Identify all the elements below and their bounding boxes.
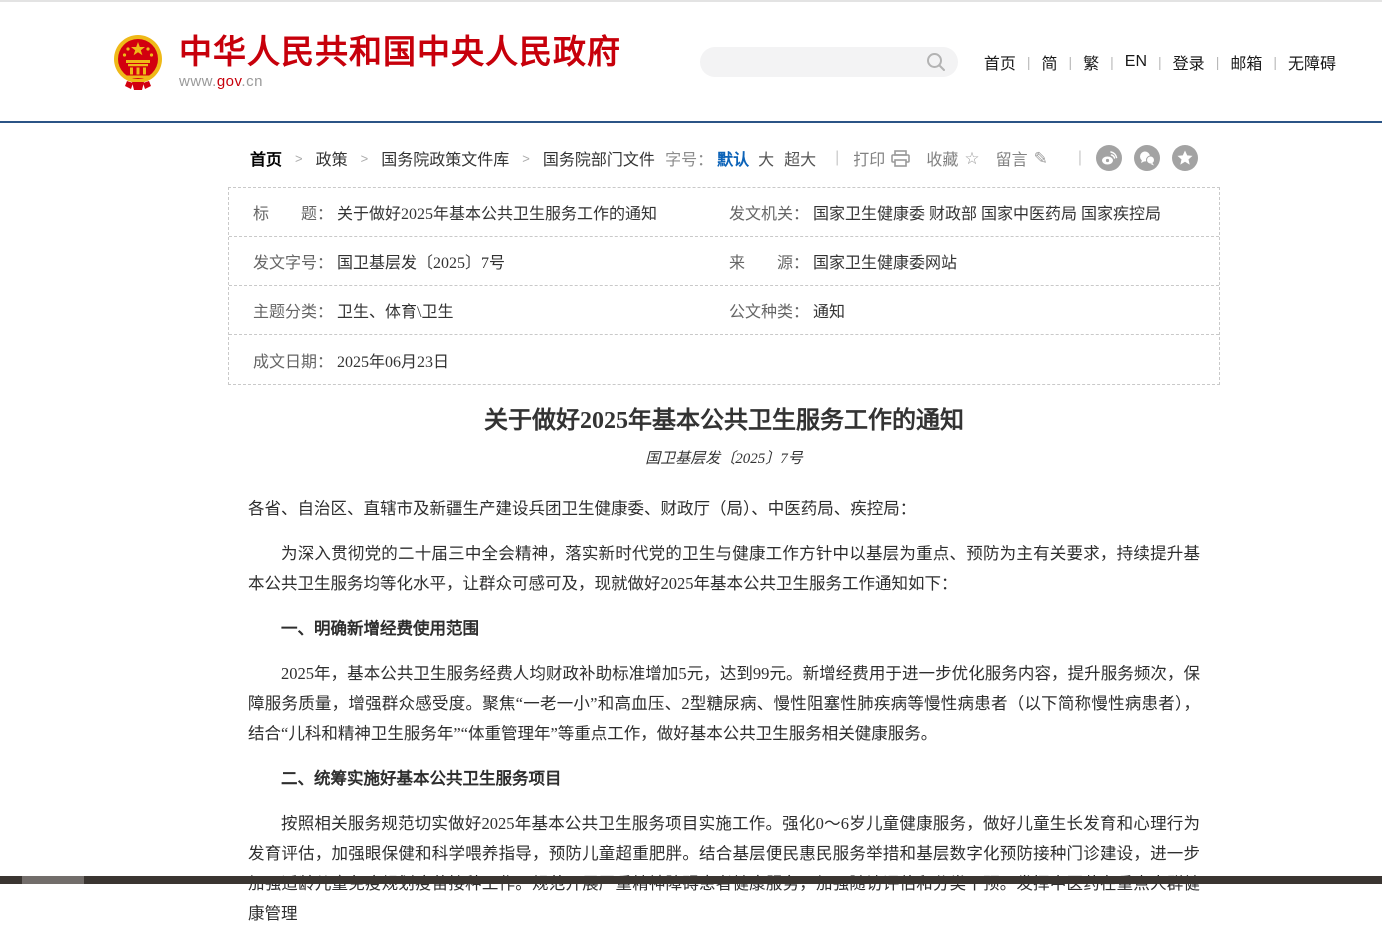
meta-row-title: 标 题：关于做好2025年基本公共卫生服务工作的通知 发文机关：国家卫生健康委 … xyxy=(229,188,1219,237)
meta-label-issuing-agency: 发文机关： xyxy=(729,200,809,224)
breadcrumb: 首页 > 政策 > 国务院政策文件库 > 国务院部门文件 xyxy=(250,146,655,170)
meta-value-doc-type: 通知 xyxy=(813,298,845,322)
weibo-icon[interactable] xyxy=(1096,145,1122,171)
breadcrumb-home[interactable]: 首页 xyxy=(250,146,282,170)
nav-separator: | xyxy=(1158,54,1162,70)
search-input[interactable] xyxy=(716,49,926,75)
qzone-icon[interactable] xyxy=(1172,145,1198,171)
comment-label: 留言 xyxy=(996,146,1028,170)
meta-row-category: 主题分类：卫生、体育\卫生 公文种类：通知 xyxy=(229,286,1219,335)
comment-button[interactable]: 留言 ✎ xyxy=(996,146,1048,170)
document-body: 各省、自治区、直辖市及新疆生产建设兵团卫生健康委、财政厅（局）、中医药局、疾控局… xyxy=(248,494,1200,929)
nav-separator: | xyxy=(1027,54,1031,70)
national-emblem-icon xyxy=(113,33,163,90)
main-content: 首页 > 政策 > 国务院政策文件库 > 国务院部门文件 字号： 默认 大 超大… xyxy=(228,145,1220,929)
star-outline-icon: ☆ xyxy=(964,150,979,167)
intro-paragraph: 为深入贯彻党的二十届三中全会精神，落实新时代党的卫生与健康工作方针中以基层为重点… xyxy=(248,539,1200,599)
meta-value-source: 国家卫生健康委网站 xyxy=(813,249,957,273)
breadcrumb-policy-library[interactable]: 国务院政策文件库 xyxy=(381,146,509,170)
chevron-right-icon: > xyxy=(361,151,369,166)
meta-label-doc-number: 发文字号： xyxy=(253,249,333,273)
article: 关于做好2025年基本公共卫生服务工作的通知 国卫基层发〔2025〕7号 各省、… xyxy=(228,407,1220,929)
meta-row-doc-number: 发文字号：国卫基层发〔2025〕7号 来 源：国家卫生健康委网站 xyxy=(229,237,1219,286)
horizontal-scrollbar[interactable] xyxy=(0,876,1382,884)
nav-separator: | xyxy=(1069,54,1073,70)
nav-simplified[interactable]: 简 xyxy=(1041,50,1057,74)
font-size-large-button[interactable]: 大 xyxy=(758,146,774,170)
scrollbar-thumb[interactable] xyxy=(22,876,84,884)
section2-paragraph: 按照相关服务规范切实做好2025年基本公共卫生服务项目实施工作。强化0～6岁儿童… xyxy=(248,809,1200,929)
search-box[interactable] xyxy=(700,47,958,77)
nav-home[interactable]: 首页 xyxy=(984,50,1016,74)
url-cn: .cn xyxy=(241,73,263,90)
site-url: www.gov.cn xyxy=(179,73,621,90)
nav-traditional[interactable]: 繁 xyxy=(1083,50,1099,74)
font-size-xlarge-button[interactable]: 超大 xyxy=(784,146,816,170)
meta-label-source: 来 源： xyxy=(729,249,809,273)
print-button[interactable]: 打印 xyxy=(853,146,910,170)
section1-paragraph: 2025年，基本公共卫生服务经费人均财政补助标准增加5元，达到99元。新增经费用… xyxy=(248,659,1200,749)
meta-value-doc-number: 国卫基层发〔2025〕7号 xyxy=(337,249,505,273)
chevron-right-icon: > xyxy=(522,151,530,166)
meta-row-date: 成文日期：2025年06月23日 xyxy=(229,335,1219,384)
favorite-label: 收藏 xyxy=(926,146,958,170)
breadcrumb-policy[interactable]: 政策 xyxy=(316,146,348,170)
meta-value-issuing-agency: 国家卫生健康委 财政部 国家中医药局 国家疾控局 xyxy=(813,200,1161,224)
meta-label-title: 标 题： xyxy=(253,200,333,224)
url-gov: gov xyxy=(217,73,242,90)
font-size-default-button[interactable]: 默认 xyxy=(717,146,749,170)
document-meta-table: 标 题：关于做好2025年基本公共卫生服务工作的通知 发文机关：国家卫生健康委 … xyxy=(228,187,1220,385)
nav-login[interactable]: 登录 xyxy=(1173,50,1205,74)
meta-label-category: 主题分类： xyxy=(253,298,333,322)
gov-logo[interactable]: 中华人民共和国中央人民政府 www.gov.cn xyxy=(113,33,621,91)
meta-label-doc-type: 公文种类： xyxy=(729,298,809,322)
toolbar-separator: | xyxy=(1078,149,1082,167)
search-icon[interactable] xyxy=(926,52,946,72)
nav-accessibility[interactable]: 无障碍 xyxy=(1288,50,1336,74)
pencil-icon: ✎ xyxy=(1034,150,1048,167)
wechat-icon[interactable] xyxy=(1134,145,1160,171)
meta-label-date: 成文日期： xyxy=(253,348,333,372)
meta-value-title: 关于做好2025年基本公共卫生服务工作的通知 xyxy=(337,200,657,224)
header-nav: 首页 | 简 | 繁 | EN | 登录 | 邮箱 | 无障碍 xyxy=(984,50,1336,74)
nav-separator: | xyxy=(1110,54,1114,70)
font-size-label: 字号： xyxy=(665,146,713,170)
meta-value-category: 卫生、体育\卫生 xyxy=(337,298,453,322)
print-label: 打印 xyxy=(853,146,885,170)
favorite-button[interactable]: 收藏 ☆ xyxy=(926,146,979,170)
nav-separator: | xyxy=(1216,54,1220,70)
document-title: 关于做好2025年基本公共卫生服务工作的通知 xyxy=(248,407,1200,436)
section2-heading: 二、统筹实施好基本公共卫生服务项目 xyxy=(248,764,1200,794)
meta-value-date: 2025年06月23日 xyxy=(337,348,449,372)
section1-heading: 一、明确新增经费使用范围 xyxy=(248,614,1200,644)
printer-icon xyxy=(891,150,910,167)
share-buttons xyxy=(1096,145,1198,171)
toolbar-separator: | xyxy=(835,149,839,167)
salutation-paragraph: 各省、自治区、直辖市及新疆生产建设兵团卫生健康委、财政厅（局）、中医药局、疾控局… xyxy=(248,494,1200,524)
url-www: www. xyxy=(179,73,217,90)
nav-mail[interactable]: 邮箱 xyxy=(1230,50,1262,74)
nav-english[interactable]: EN xyxy=(1125,53,1147,71)
nav-separator: | xyxy=(1273,54,1277,70)
site-header: 中华人民共和国中央人民政府 www.gov.cn 首页 | 简 | 繁 | EN | 登… xyxy=(0,2,1382,123)
site-title: 中华人民共和国中央人民政府 xyxy=(179,33,621,71)
breadcrumb-department-documents[interactable]: 国务院部门文件 xyxy=(543,146,655,170)
chevron-right-icon: > xyxy=(295,151,303,166)
page-toolbar: 字号： 默认 大 超大 | 打印 收藏 ☆ 留言 ✎ | xyxy=(665,145,1198,171)
document-number: 国卫基层发〔2025〕7号 xyxy=(248,447,1200,468)
